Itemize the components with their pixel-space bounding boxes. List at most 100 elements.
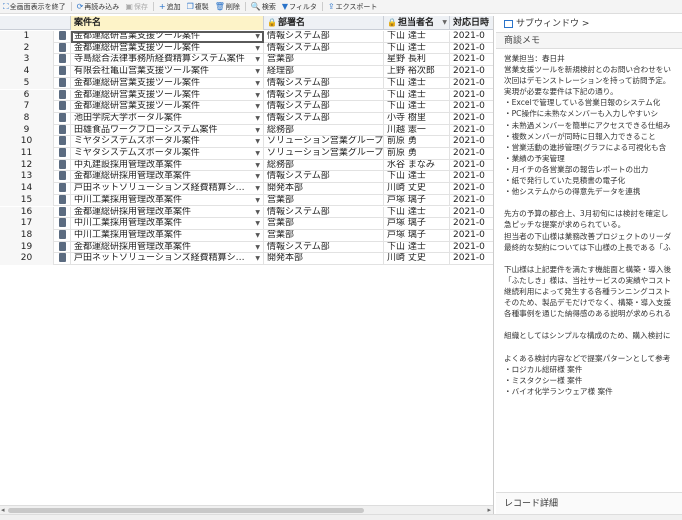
cell-date[interactable]: 2021-0 xyxy=(450,218,493,230)
table-row[interactable]: 7 金都運総研営業支援ツール案件 ▼ 情報システム部 下山 達士 2021-0 xyxy=(0,101,493,113)
cell-date[interactable]: 2021-0 xyxy=(450,242,493,254)
cell-date[interactable]: 2021-0 xyxy=(450,125,493,137)
chevron-down-icon[interactable]: ▼ xyxy=(255,101,260,113)
cell-dept[interactable]: ソリューション営業グループ xyxy=(264,136,384,148)
cell-dept[interactable]: 営業部 xyxy=(264,194,384,207)
chevron-down-icon[interactable]: ▼ xyxy=(255,218,260,230)
table-row[interactable]: 11 ミヤタシステムズポータル案件 ▼ ソリューション営業グループ 前原 勇 2021-0 xyxy=(0,148,493,160)
row-document-cell[interactable] xyxy=(54,241,71,254)
cell-person[interactable]: 川崎 丈史 xyxy=(384,183,450,195)
chevron-down-icon[interactable]: ▼ xyxy=(255,78,260,90)
cell-dept[interactable]: 情報システム部 xyxy=(264,101,384,113)
cell-project-name[interactable]: 中丸建設採用管理改革案件 ▼ xyxy=(71,159,264,172)
document-icon[interactable] xyxy=(58,206,66,216)
document-icon[interactable] xyxy=(58,218,66,228)
column-header-person[interactable]: 🔒担当者名 ▼ xyxy=(384,16,450,30)
chevron-down-icon[interactable]: ▼ xyxy=(255,242,260,254)
chevron-down-icon[interactable]: ▼ xyxy=(255,136,260,148)
table-row[interactable]: 19 金都運総研採用管理改革案件 ▼ 情報システム部 下山 達士 2021-0 xyxy=(0,241,493,254)
table-row[interactable]: 14 戸田ネットソリューションズ経費精算シ… ▼ 開発本部 川崎 丈史 2021-0 xyxy=(0,183,493,195)
scroll-left-icon[interactable]: ◂ xyxy=(1,506,5,514)
cell-dept[interactable]: 開発本部 xyxy=(264,253,384,265)
cell-date[interactable]: 2021-0 xyxy=(450,66,493,78)
cell-project-name[interactable]: 金都運総研採用管理改革案件 ▼ xyxy=(71,171,264,184)
cell-person[interactable]: 上野 裕次郎 xyxy=(384,66,450,78)
cell-project-name[interactable]: 戸田ネットソリューションズ経費精算シ… ▼ xyxy=(71,183,264,195)
table-row[interactable]: 2 金都運総研営業支援ツール案件 ▼ 情報システム部 下山 達士 2021-0 xyxy=(0,42,493,55)
cell-dept[interactable]: 情報システム部 xyxy=(264,241,384,254)
chevron-down-icon[interactable]: ▼ xyxy=(255,90,260,102)
table-row[interactable]: 8 池田学院大学ポータル案件 ▼ 情報システム部 小寺 樹里 2021-0 xyxy=(0,112,493,125)
chevron-down-icon[interactable]: ▼ xyxy=(255,148,260,160)
cell-dept[interactable]: 総務部 xyxy=(264,124,384,137)
document-icon[interactable] xyxy=(58,148,66,157)
row-document-cell[interactable] xyxy=(54,218,71,230)
cell-date[interactable]: 2021-0 xyxy=(450,54,493,66)
cell-project-name[interactable]: 金都運総研営業支援ツール案件 ▼ xyxy=(71,101,264,113)
chevron-down-icon[interactable]: ▼ xyxy=(255,183,260,195)
document-icon[interactable] xyxy=(58,77,66,87)
cell-dept[interactable]: 情報システム部 xyxy=(264,77,384,90)
table-row[interactable]: 18 中川工業採用管理改革案件 ▼ 営業部 戸塚 璃子 2021-0 xyxy=(0,229,493,242)
cell-person[interactable]: 川崎 丈史 xyxy=(384,253,450,265)
row-document-cell[interactable] xyxy=(54,136,71,148)
memo-text-area[interactable]: 営業担当：春日井 営業支援ツールを新規検討とのお問い合わせをい 次回はデモンストレー… xyxy=(496,50,682,490)
cell-date[interactable]: 2021-0 xyxy=(450,113,493,125)
row-document-cell[interactable] xyxy=(54,229,71,242)
row-document-cell[interactable] xyxy=(54,194,71,207)
row-document-cell[interactable] xyxy=(54,31,71,43)
row-document-cell[interactable] xyxy=(54,112,71,125)
toolbar-button-0[interactable]: ⛶ 全画面表示を終了 xyxy=(0,0,69,13)
cell-project-name[interactable]: 金都運総研営業支援ツール案件 ▼ xyxy=(71,89,264,102)
document-icon[interactable] xyxy=(58,54,66,64)
cell-person[interactable]: 下山 達士 xyxy=(384,89,450,102)
horizontal-scrollbar[interactable]: ◂ ▸ xyxy=(0,505,493,514)
chevron-down-icon[interactable]: ▼ xyxy=(255,207,260,219)
table-row[interactable]: 17 中川工業採用管理改革案件 ▼ 営業部 戸塚 璃子 2021-0 xyxy=(0,218,493,230)
toolbar-button-2[interactable]: ▣ 保存 xyxy=(122,0,151,13)
row-document-cell[interactable] xyxy=(54,171,71,184)
table-row[interactable]: 6 金都運総研営業支援ツール案件 ▼ 情報システム部 下山 達士 2021-0 xyxy=(0,89,493,102)
table-row[interactable]: 12 中丸建設採用管理改革案件 ▼ 総務部 水谷 まなみ 2021-0 xyxy=(0,159,493,172)
document-icon[interactable] xyxy=(58,124,66,134)
cell-dept[interactable]: 情報システム部 xyxy=(264,112,384,125)
document-icon[interactable] xyxy=(58,112,66,122)
cell-project-name[interactable]: 池田学院大学ポータル案件 ▼ xyxy=(71,112,264,125)
document-icon[interactable] xyxy=(58,159,66,169)
cell-dept[interactable]: 情報システム部 xyxy=(264,42,384,55)
cell-date[interactable]: 2021-0 xyxy=(450,78,493,90)
cell-person[interactable]: 下山 達士 xyxy=(384,31,450,43)
cell-person[interactable]: 戸塚 璃子 xyxy=(384,194,450,207)
panel-title[interactable]: サブウィンドウ > xyxy=(496,16,682,33)
table-row[interactable]: 20 戸田ネットソリューションズ経費精算シ… ▼ 開発本部 川崎 丈史 2021-0 xyxy=(0,253,493,265)
column-header-name[interactable]: 案件名 xyxy=(71,16,264,30)
cell-project-name[interactable]: ミヤタシステムズポータル案件 ▼ xyxy=(71,148,264,160)
chevron-down-icon[interactable]: ▼ xyxy=(442,16,447,30)
cell-date[interactable]: 2021-0 xyxy=(450,136,493,148)
table-row[interactable]: 5 金都運総研営業支援ツール案件 ▼ 情報システム部 下山 達士 2021-0 xyxy=(0,77,493,90)
cell-date[interactable]: 2021-0 xyxy=(450,43,493,55)
cell-person[interactable]: 水谷 まなみ xyxy=(384,159,450,172)
chevron-down-icon[interactable]: ▼ xyxy=(255,253,260,265)
toolbar-button-4[interactable]: ❐ 複製 xyxy=(184,0,212,13)
document-icon[interactable] xyxy=(58,194,66,204)
cell-date[interactable]: 2021-0 xyxy=(450,160,493,172)
chevron-down-icon[interactable]: ▼ xyxy=(255,54,260,66)
column-header-date[interactable]: 対応日時 xyxy=(450,16,493,30)
row-document-cell[interactable] xyxy=(54,101,71,113)
chevron-down-icon[interactable]: ▼ xyxy=(255,230,260,242)
chevron-down-icon[interactable]: ▼ xyxy=(255,195,260,207)
cell-dept[interactable]: 情報システム部 xyxy=(264,31,384,43)
cell-person[interactable]: 下山 達士 xyxy=(384,241,450,254)
cell-project-name[interactable]: 中川工業採用管理改革案件 ▼ xyxy=(71,194,264,207)
cell-project-name[interactable]: ミヤタシステムズポータル案件 ▼ xyxy=(71,136,264,148)
table-row[interactable]: 9 田雄食品ワークフローシステム案件 ▼ 総務部 川越 憲一 2021-0 xyxy=(0,124,493,137)
cell-person[interactable]: 小寺 樹里 xyxy=(384,112,450,125)
cell-project-name[interactable]: 有限会社亀山営業支援ツール案件 ▼ xyxy=(71,66,264,78)
cell-project-name[interactable]: 金都運総研営業支援ツール案件 ▼ xyxy=(71,31,264,43)
row-document-cell[interactable] xyxy=(54,42,71,55)
document-icon[interactable] xyxy=(58,66,66,76)
cell-date[interactable]: 2021-0 xyxy=(450,183,493,195)
cell-dept[interactable]: 総務部 xyxy=(264,159,384,172)
cell-person[interactable]: 下山 達士 xyxy=(384,171,450,184)
